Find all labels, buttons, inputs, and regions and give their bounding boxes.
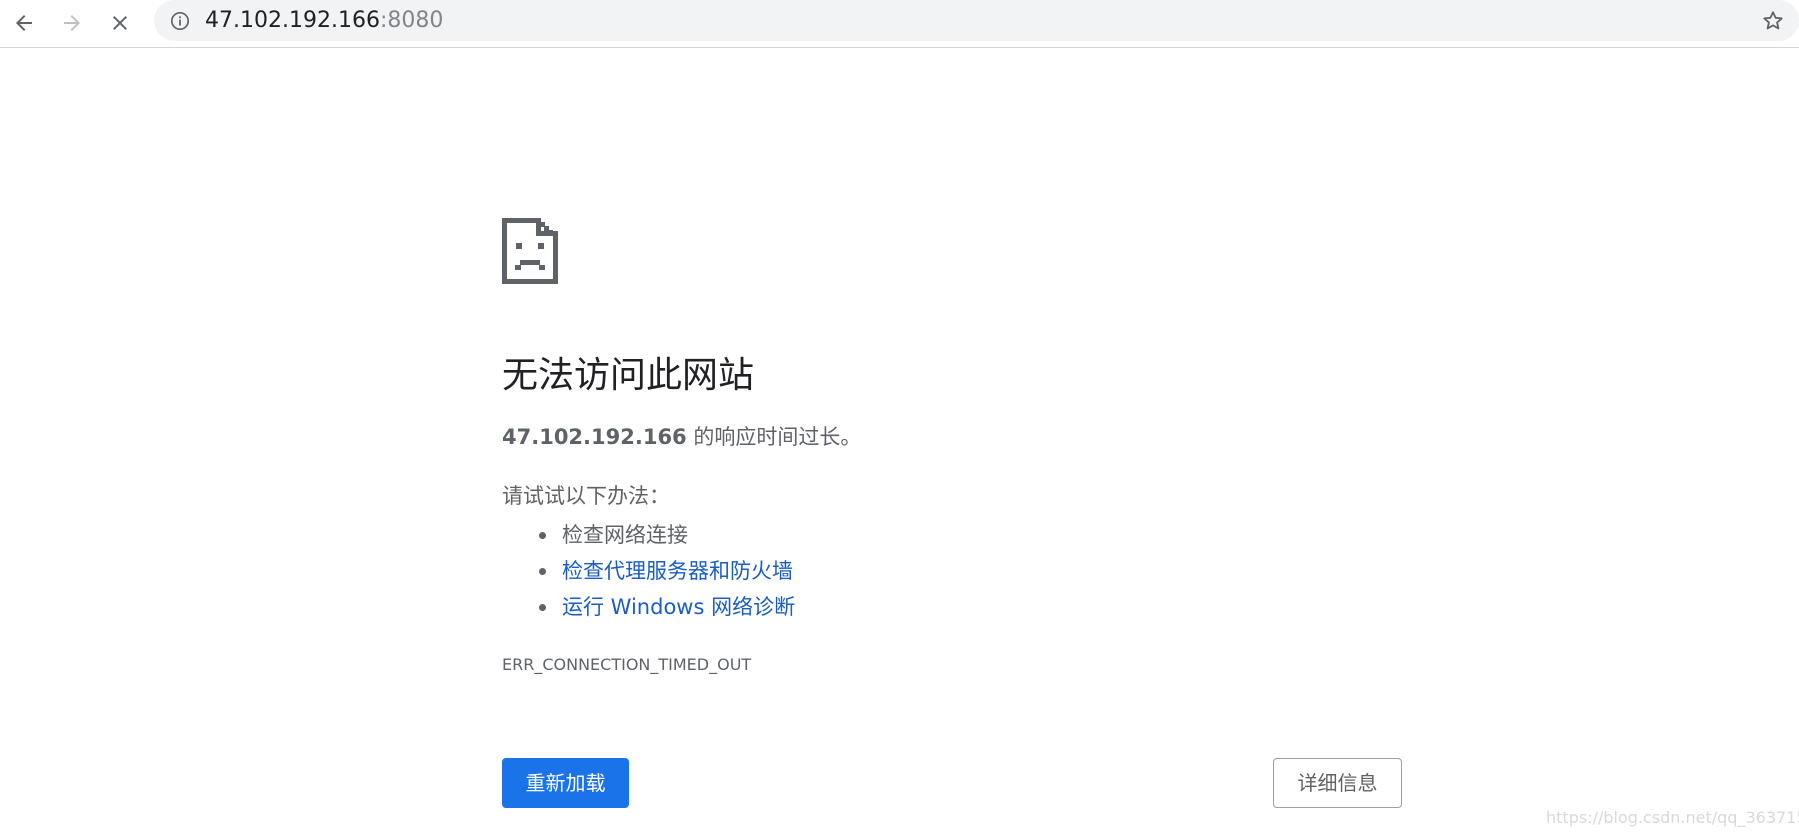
suggestion-check-proxy: 检查代理服务器和防火墙	[502, 553, 795, 589]
suggestions-list: 检查网络连接 检查代理服务器和防火墙 运行 Windows 网络诊断	[502, 517, 795, 625]
bullet	[539, 568, 546, 575]
reload-button[interactable]: 重新加载	[502, 758, 629, 808]
forward-button[interactable]	[54, 5, 90, 41]
suggestion-check-network: 检查网络连接	[502, 517, 795, 553]
sad-page-icon	[502, 218, 558, 284]
suggestions-heading: 请试试以下办法：	[502, 484, 670, 508]
stop-loading-icon	[113, 16, 127, 30]
star-icon[interactable]	[1761, 9, 1785, 33]
address-bar[interactable]: 47.102.192.166:8080	[154, 0, 1799, 41]
forward-arrow-icon	[64, 15, 80, 31]
url-host: 47.102.192.166	[205, 8, 380, 33]
site-info-icon[interactable]	[170, 11, 190, 31]
url-text[interactable]: 47.102.192.166:8080	[205, 9, 443, 33]
url-port: :8080	[379, 8, 444, 33]
bullet	[539, 532, 546, 539]
browser-toolbar: 47.102.192.166:8080	[0, 0, 1799, 48]
suggestion-run-diagnostics: 运行 Windows 网络诊断	[502, 589, 795, 625]
error-title: 无法访问此网站	[502, 355, 755, 396]
back-arrow-icon	[16, 15, 32, 31]
windows-network-diagnostics-link[interactable]: 运行 Windows 网络诊断	[562, 595, 795, 619]
watermark: https://blog.csdn.net/qq_36371594	[1546, 808, 1799, 827]
back-button[interactable]	[6, 5, 42, 41]
error-code: ERR_CONNECTION_TIMED_OUT	[502, 655, 752, 674]
details-button[interactable]: 详细信息	[1273, 758, 1402, 808]
error-host: 47.102.192.166	[502, 425, 687, 449]
error-summary-text: 的响应时间过长。	[686, 425, 862, 449]
check-proxy-firewall-link[interactable]: 检查代理服务器和防火墙	[562, 559, 793, 583]
bullet	[539, 604, 546, 611]
error-summary: 47.102.192.166 的响应时间过长。	[502, 423, 861, 451]
stop-button[interactable]	[102, 5, 138, 41]
suggestion-label: 检查网络连接	[562, 523, 688, 547]
